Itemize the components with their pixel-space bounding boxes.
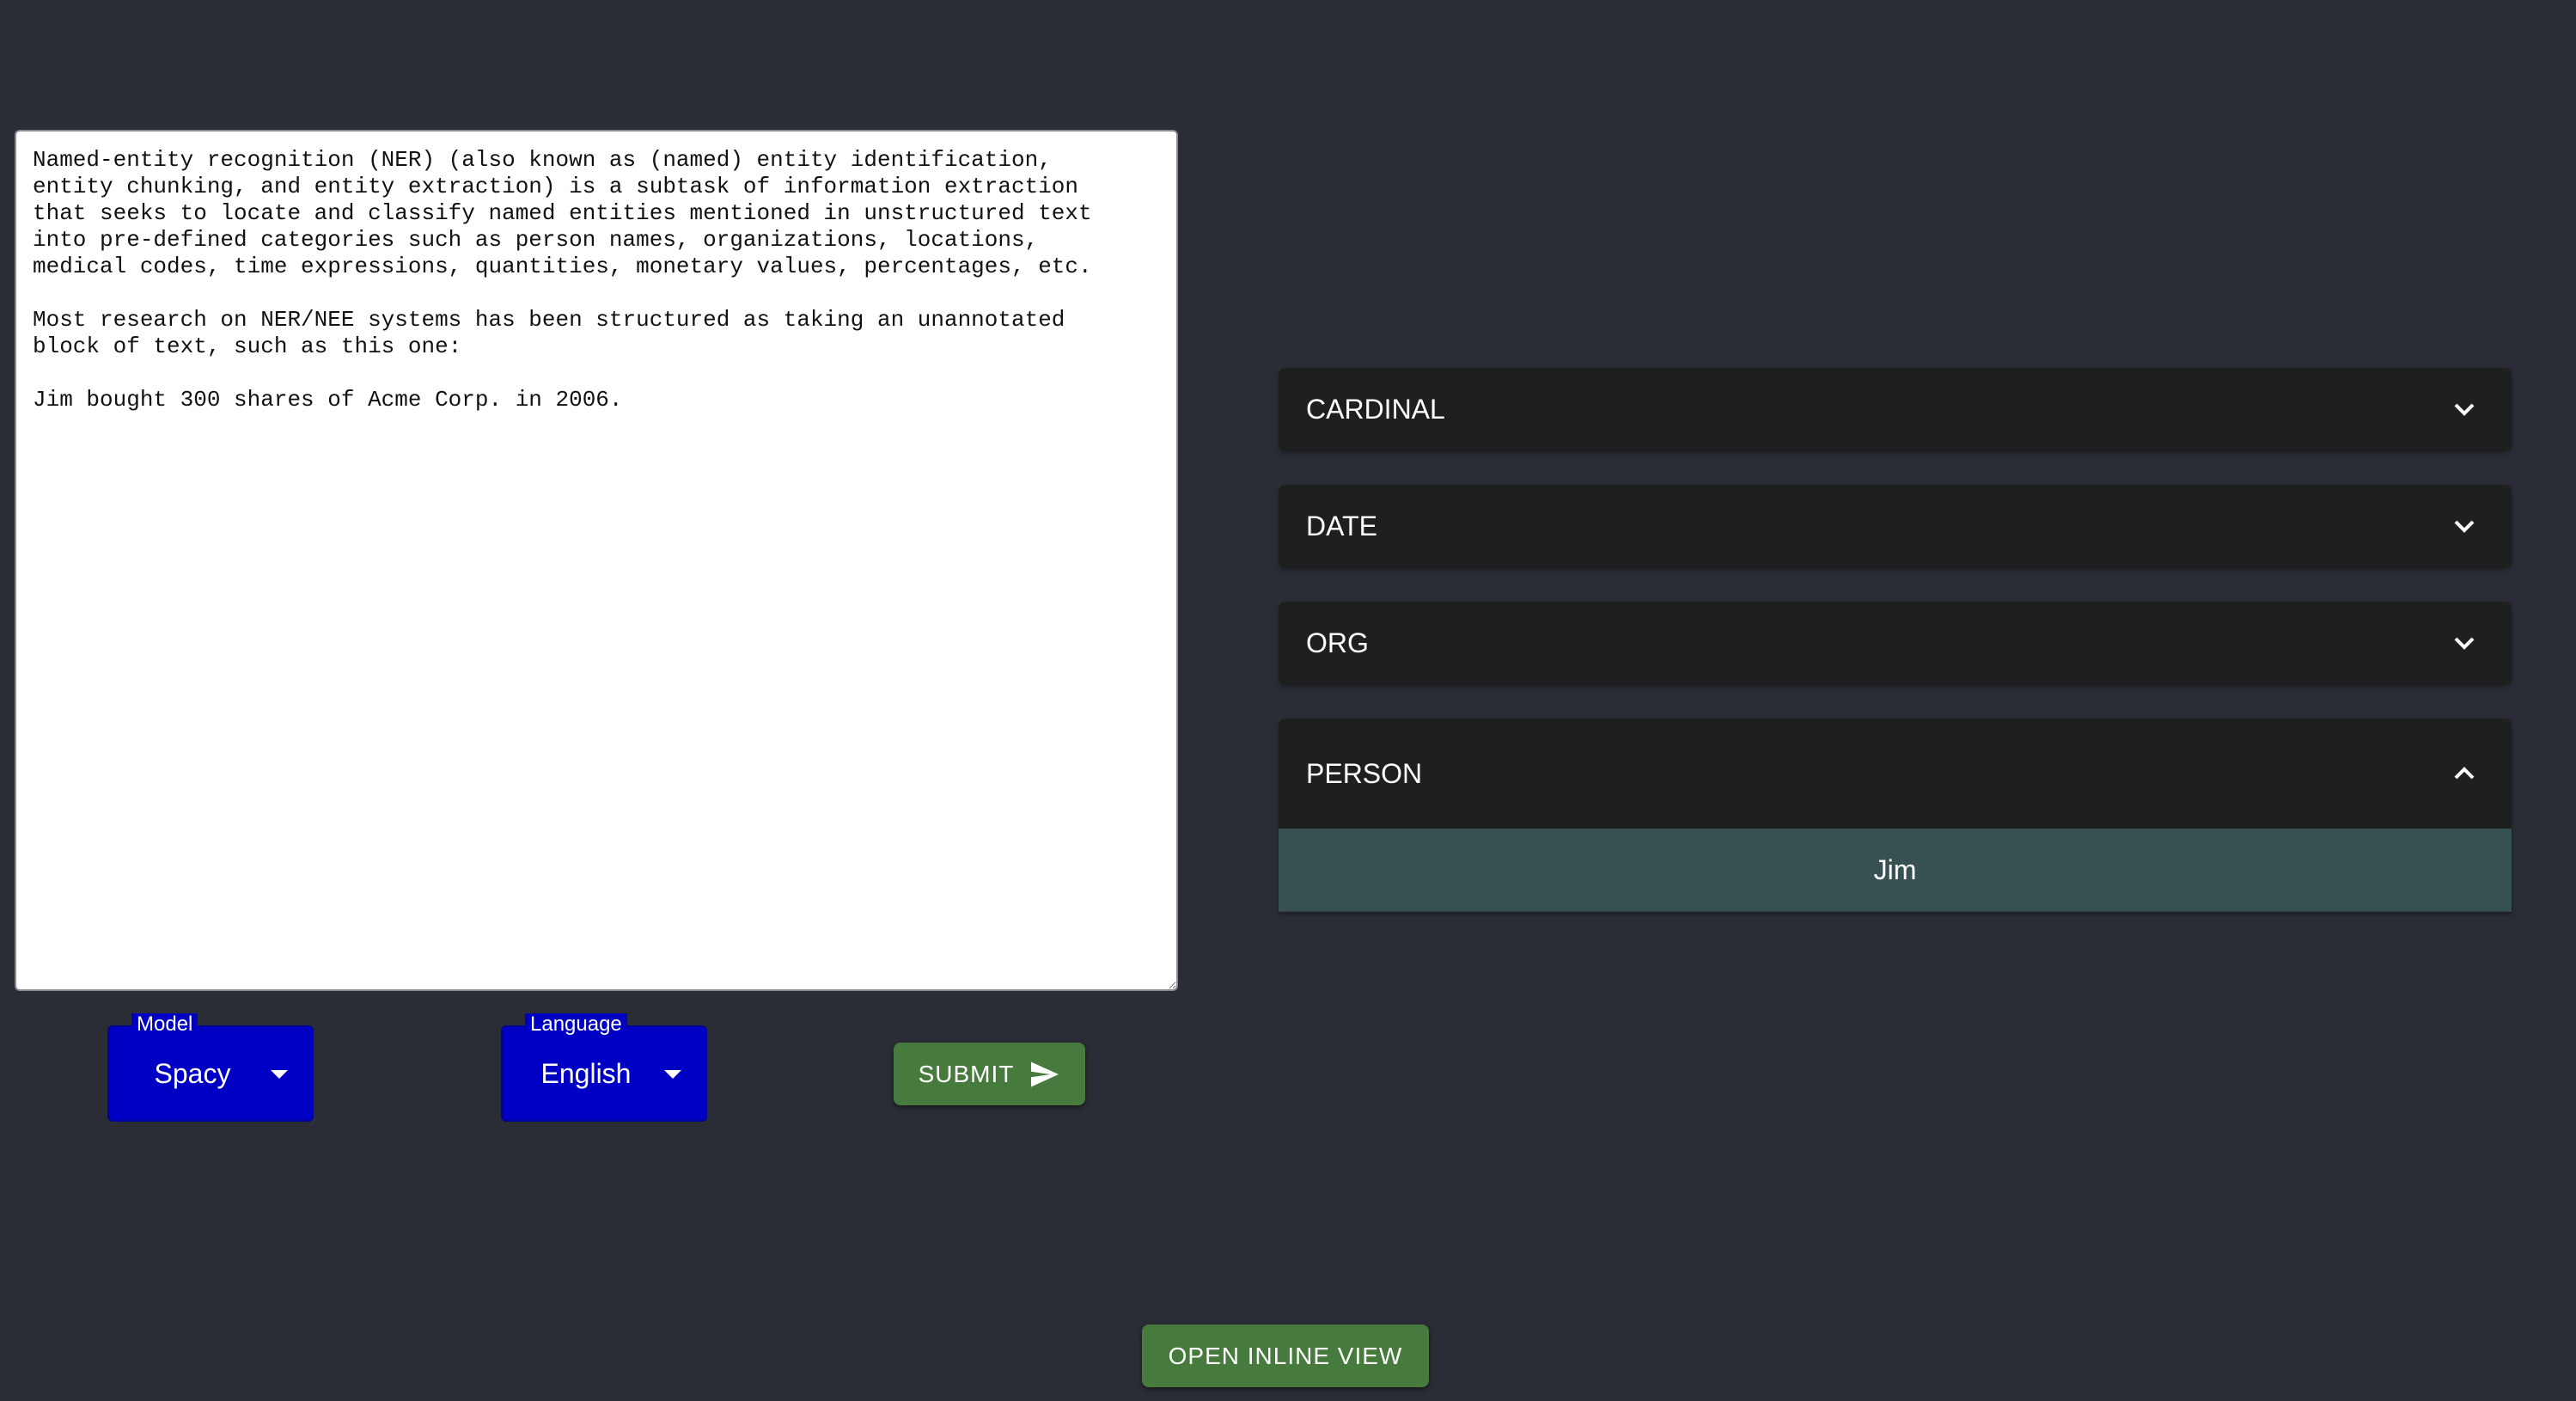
text-input[interactable]: Named-entity recognition (NER) (also kno…	[15, 130, 1178, 991]
entity-group-header[interactable]: DATE	[1279, 485, 2512, 567]
caret-down-icon	[271, 1070, 288, 1079]
entity-group-label: CARDINAL	[1306, 393, 1445, 425]
chevron-down-icon	[2454, 637, 2475, 650]
entity-group-header[interactable]: ORG	[1279, 602, 2512, 684]
entity-group-label: DATE	[1306, 510, 1377, 541]
submit-button-label: SUBMIT	[918, 1060, 1015, 1087]
entity-group-cardinal: CARDINAL	[1279, 368, 2512, 450]
entity-group-header[interactable]: CARDINAL	[1279, 368, 2512, 450]
entity-item[interactable]: Jim	[1279, 829, 2512, 912]
language-select[interactable]: Language English	[501, 1013, 707, 1122]
chevron-up-icon	[2454, 767, 2475, 780]
submit-button[interactable]: SUBMIT	[894, 1043, 1085, 1105]
entity-group-label: ORG	[1306, 627, 1369, 658]
model-select-value: Spacy	[154, 1057, 231, 1089]
chevron-down-icon	[2454, 520, 2475, 533]
open-inline-view-label: OPEN INLINE VIEW	[1168, 1342, 1403, 1369]
entity-group-header[interactable]: PERSON	[1279, 719, 2512, 829]
send-icon	[1031, 1061, 1059, 1087]
entity-group-label: PERSON	[1306, 757, 1423, 789]
entity-group-date: DATE	[1279, 485, 2512, 567]
caret-down-icon	[664, 1070, 681, 1079]
entity-group-org: ORG	[1279, 602, 2512, 684]
ner-app: Named-entity recognition (NER) (also kno…	[0, 0, 2576, 1401]
entity-group-person: PERSON Jim	[1279, 719, 2512, 912]
model-select[interactable]: Model Spacy	[107, 1013, 314, 1122]
open-inline-view-button[interactable]: OPEN INLINE VIEW	[1142, 1325, 1429, 1387]
language-select-value: English	[540, 1057, 632, 1089]
chevron-down-icon	[2454, 403, 2475, 416]
